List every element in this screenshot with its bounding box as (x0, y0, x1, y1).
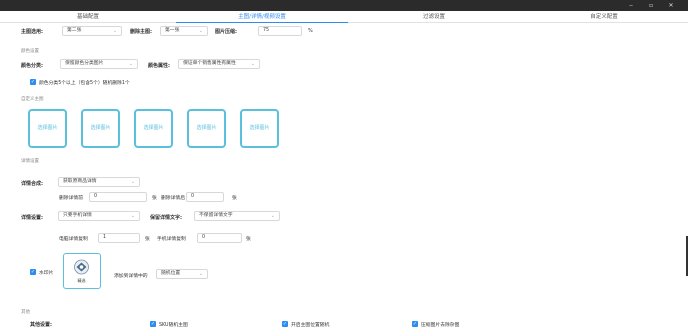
logo-text: 精选 (77, 278, 86, 283)
detail-settings-heading: 详情设置 (21, 159, 39, 164)
compress-unit: % (308, 28, 313, 34)
chevron-down-icon: ⌄ (130, 179, 135, 185)
mobile-copy-unit: 张 (246, 237, 251, 242)
color-class-select[interactable]: 保留颜色分类图片 ⌄ (60, 59, 138, 69)
tab-bar: 基础配置 主图/详情/视频设置 过滤设置 自定义配置 (0, 11, 688, 23)
maximize-icon[interactable]: ▫ (646, 2, 656, 9)
detail-set-select[interactable]: 只要手机详情 ⌄ (58, 211, 140, 221)
compress-remove-checkbox[interactable]: ✓ (412, 321, 418, 327)
add-to-detail-select[interactable]: 随机位置 ⌄ (156, 269, 208, 279)
watermark-label: 水印片 (39, 271, 54, 276)
add-to-detail-label: 添加到详情中的 (114, 274, 148, 279)
upload-image-button-1[interactable]: 选择图片 (28, 109, 67, 148)
color-random-delete-label: 颜色分类5个以上（包含5个）随机删除1个 (39, 81, 130, 86)
tab-main-image-settings[interactable]: 主图/详情/视频设置 (176, 11, 348, 23)
compress-remove-label: 压缩图片去除杂图 (421, 323, 460, 328)
sku-random-checkbox[interactable]: ✓ (150, 321, 156, 327)
chevron-down-icon: ⌄ (112, 28, 117, 34)
delete-back-unit: 张 (232, 196, 237, 201)
delete-front-input[interactable]: 0 (89, 192, 147, 202)
delete-front-unit: 张 (152, 196, 157, 201)
chevron-down-icon: ⌄ (128, 61, 133, 67)
custom-main-heading: 自定义主图 (21, 97, 44, 102)
detail-compose-select[interactable]: 获取原商品详情 ⌄ (58, 177, 140, 187)
chevron-down-icon: ⌄ (130, 213, 135, 219)
detail-set-label: 详情设置: (21, 215, 43, 221)
detail-compose-value: 获取原商品详情 (63, 179, 97, 184)
delete-back-label: 删除详情后 (161, 196, 185, 201)
keep-text-value: 不保留详情文字 (199, 213, 233, 218)
color-attr-label: 颜色属性: (148, 63, 170, 69)
pc-copy-unit: 张 (145, 237, 150, 242)
other-settings-label: 其他设置: (30, 322, 52, 328)
image-compress-input[interactable]: 75 (258, 26, 302, 36)
chevron-down-icon: ⌄ (250, 61, 255, 67)
upload-image-button-5[interactable]: 选择图片 (240, 109, 279, 148)
others-heading: 其他 (21, 310, 30, 315)
delete-main-image-select[interactable]: 第一张 ⌄ (160, 26, 208, 36)
minimize-icon[interactable]: ‒ (626, 2, 636, 9)
delete-main-image-label: 删除主图: (130, 29, 152, 35)
pc-copy-label: 电脑详情复制 (59, 237, 88, 242)
upload-image-button-2[interactable]: 选择图片 (81, 109, 120, 148)
color-class-label: 颜色分类: (21, 63, 43, 69)
keep-text-label: 保留详情文字: (150, 215, 183, 221)
add-to-detail-value: 随机位置 (161, 271, 181, 276)
image-compress-label: 图片压缩: (215, 29, 237, 35)
upload-image-button-4[interactable]: 选择图片 (187, 109, 226, 148)
tab-basic-config[interactable]: 基础配置 (0, 11, 176, 23)
close-icon[interactable]: ✕ (666, 2, 676, 9)
detail-set-value: 只要手机详情 (63, 213, 92, 218)
color-class-value: 保留颜色分类图片 (65, 61, 104, 66)
main-image-use-value: 第二张 (67, 28, 82, 33)
upload-image-button-3[interactable]: 选择图片 (134, 109, 173, 148)
delete-front-label: 删除详情前 (59, 196, 83, 201)
watermark-image-button[interactable]: 精选 (63, 253, 101, 289)
pc-copy-input[interactable]: 1 (98, 233, 140, 243)
tab-custom-config[interactable]: 自定义配置 (520, 11, 688, 23)
color-settings-heading: 颜色设置 (21, 49, 39, 54)
color-random-delete-checkbox[interactable]: ✓ (30, 79, 36, 85)
delete-main-image-value: 第一张 (165, 28, 180, 33)
main-image-random-label: 开启主图位置随机 (291, 323, 330, 328)
mobile-copy-input[interactable]: 0 (197, 233, 242, 243)
sku-random-label: SKU随机主图 (159, 323, 188, 328)
color-attr-select[interactable]: 保证单个销售属性有属性 ⌄ (178, 59, 260, 69)
detail-compose-label: 详情合成: (21, 181, 43, 187)
chevron-down-icon: ⌄ (198, 271, 203, 277)
keep-text-select[interactable]: 不保留详情文字 ⌄ (194, 211, 280, 221)
main-image-use-select[interactable]: 第二张 ⌄ (62, 26, 122, 36)
chevron-down-icon: ⌄ (270, 213, 275, 219)
title-bar: ‒ ▫ ✕ (0, 0, 688, 11)
watermark-checkbox[interactable]: ✓ (30, 269, 36, 275)
main-image-random-checkbox[interactable]: ✓ (282, 321, 288, 327)
mobile-copy-label: 手机详情复制 (157, 237, 186, 242)
main-image-use-label: 主图选用: (21, 29, 43, 35)
tab-filter-settings[interactable]: 过滤设置 (348, 11, 520, 23)
color-attr-value: 保证单个销售属性有属性 (183, 61, 236, 66)
delete-back-input[interactable]: 0 (186, 192, 224, 202)
chevron-down-icon: ⌄ (198, 28, 203, 34)
